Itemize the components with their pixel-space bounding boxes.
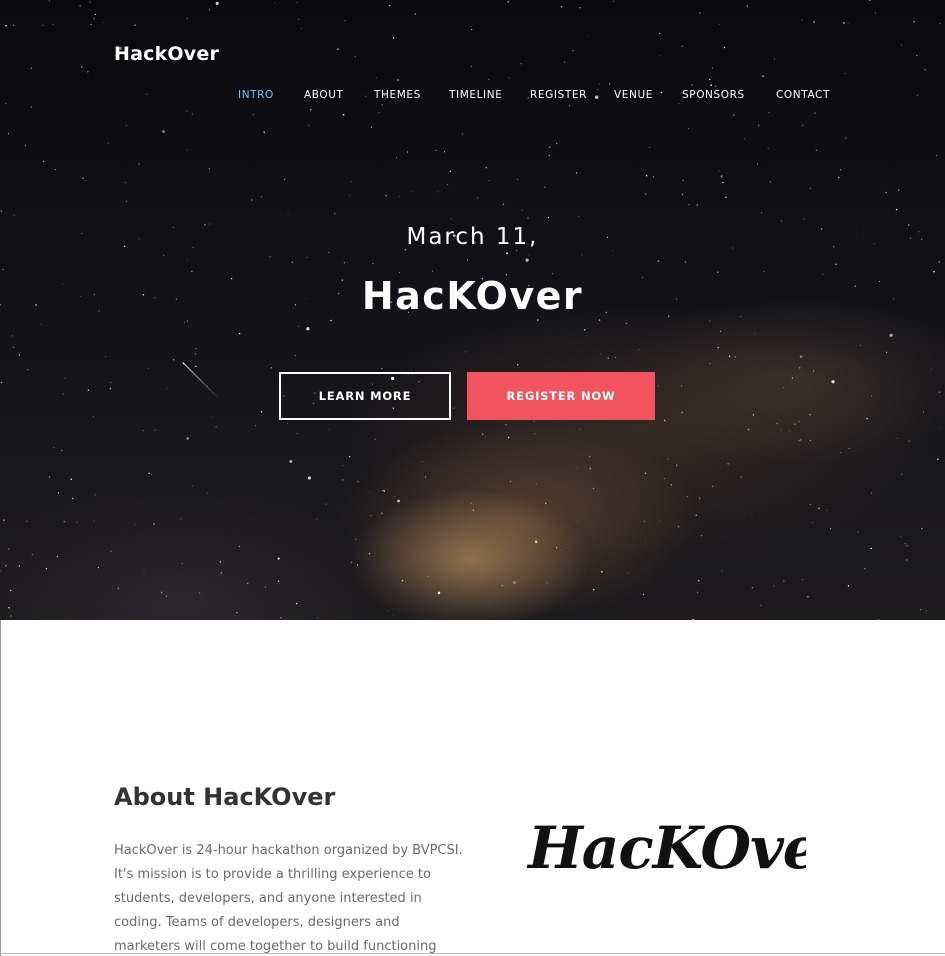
about-title: About HacKOver xyxy=(114,783,336,811)
learn-more-button[interactable]: LEARN MORE xyxy=(279,372,451,420)
main-nav: INTRO ABOUT THEMES TIMELINE REGISTER VEN… xyxy=(0,89,945,103)
about-description: HackOver is 24-hour hackathon organized … xyxy=(114,843,463,954)
site-logo[interactable]: HackOver xyxy=(114,43,219,65)
nav-item-register[interactable]: REGISTER xyxy=(530,89,587,101)
nav-item-venue[interactable]: VENUE xyxy=(614,89,653,101)
script-logo-text: HacKOver xyxy=(526,814,806,882)
page-border-left xyxy=(0,620,1,956)
nav-item-about[interactable]: ABOUT xyxy=(304,89,344,101)
event-date: March 11, xyxy=(406,224,539,250)
nav-item-themes[interactable]: THEMES xyxy=(374,89,421,101)
page-border-bottom xyxy=(0,953,945,954)
register-now-button[interactable]: REGISTER NOW xyxy=(467,372,655,420)
nav-item-timeline[interactable]: TIMELINE xyxy=(449,89,502,101)
nav-item-contact[interactable]: CONTACT xyxy=(776,89,830,101)
hero-title: HacKOver xyxy=(361,274,584,318)
hackover-script-logo: HacKOver xyxy=(526,814,806,882)
hero-section: HackOver INTRO ABOUT THEMES TIMELINE REG… xyxy=(0,0,945,620)
nav-item-sponsors[interactable]: SPONSORS xyxy=(682,89,745,101)
nav-item-intro[interactable]: INTRO xyxy=(238,89,274,101)
